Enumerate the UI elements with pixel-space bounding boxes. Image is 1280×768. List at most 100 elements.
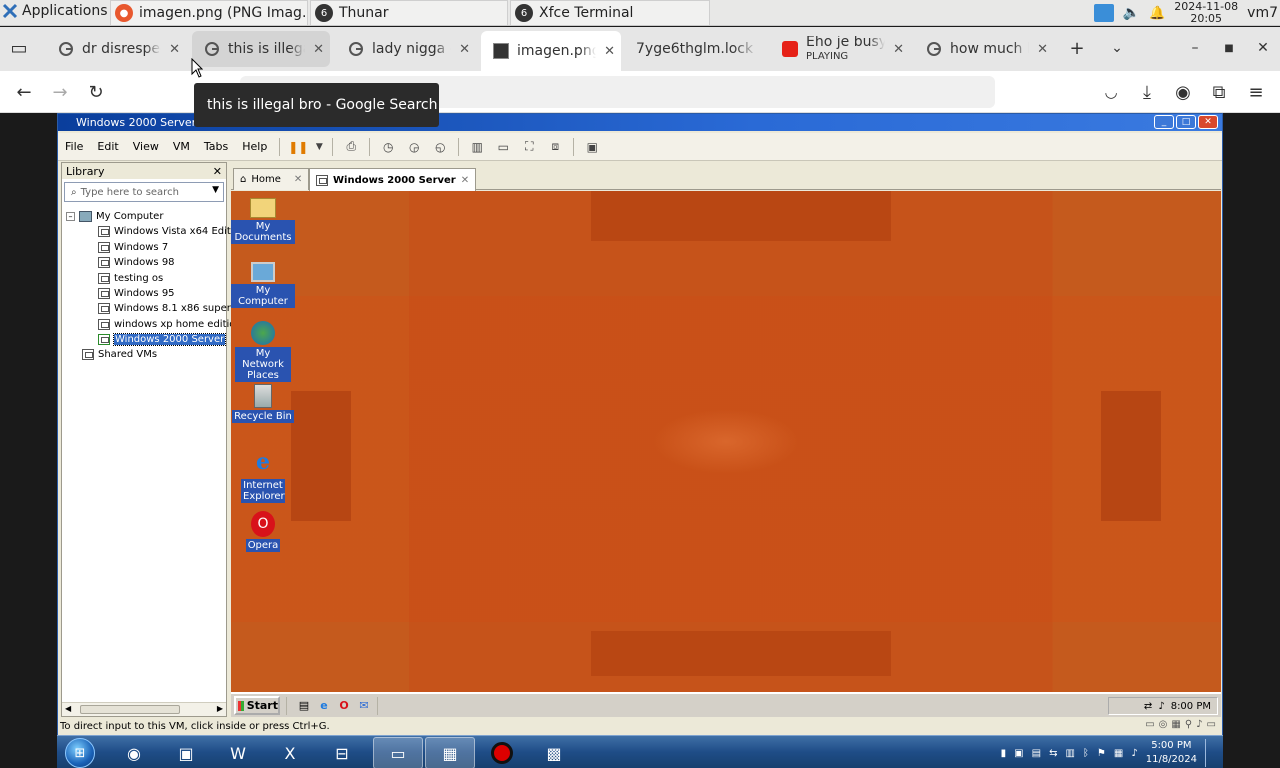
tray-app-icon[interactable]: ▮ (1001, 748, 1007, 759)
horizontal-scrollbar[interactable]: ◀ ▶ (62, 702, 226, 716)
snapshot-manager-icon[interactable]: ◵ (430, 137, 450, 157)
menu-help[interactable]: Help (235, 140, 274, 153)
console-view-icon[interactable]: ▣ (582, 137, 602, 157)
tab-youtube[interactable]: Eho je busy PLAYING ✕ (770, 31, 910, 67)
desktop-icon-my-documents[interactable]: My Documents (231, 193, 295, 244)
host-clock[interactable]: 5:00 PM 11/8/2024 (1146, 739, 1197, 767)
record-icon[interactable] (477, 737, 527, 768)
close-icon[interactable]: ✕ (169, 42, 180, 57)
notification-bell-icon[interactable]: 🔔 (1149, 6, 1165, 21)
minimize-button[interactable]: _ (1154, 115, 1174, 129)
desktop-icon-opera[interactable]: O Opera (231, 511, 295, 552)
tab-list-chevron-icon[interactable]: ⌄ (1106, 37, 1128, 59)
revert-snapshot-icon[interactable]: ◶ (404, 137, 424, 157)
terminal-icon[interactable]: ▩ (529, 737, 579, 768)
vmware-icon[interactable]: ▦ (425, 737, 475, 768)
thumbnail-bar-icon[interactable]: ▭ (493, 137, 513, 157)
show-desktop-icon[interactable]: ▤ (296, 698, 312, 714)
tree-shared-vms[interactable]: Shared VMs (82, 347, 157, 361)
snapshot-icon[interactable]: ◷ (378, 137, 398, 157)
extensions-icon[interactable]: ⧉ (1208, 81, 1230, 103)
dropdown-arrow-icon[interactable]: ▼ (212, 185, 219, 195)
tab-lady[interactable]: lady nigga - Google Search ✕ (336, 31, 476, 67)
close-icon[interactable]: ✕ (294, 174, 302, 185)
hdd-icon[interactable]: ▭ (1145, 719, 1154, 730)
menu-view[interactable]: View (126, 140, 166, 153)
desktop-icon-my-computer[interactable]: My Computer (231, 257, 295, 308)
vm-tab-home[interactable]: ⌂ Home ✕ (233, 168, 310, 190)
tab-imagen[interactable]: imagen.png (PNG Image) ✕ (481, 31, 621, 71)
tray-app-icon[interactable]: ▣ (1014, 748, 1023, 759)
dropdown-arrow-icon[interactable]: ▼ (314, 137, 324, 157)
maximize-button[interactable]: ■ (1218, 37, 1240, 59)
task-firefox[interactable]: ● imagen.png (PNG Imag… (110, 0, 308, 25)
outlook-icon[interactable]: ✉ (356, 698, 372, 714)
powerpoint-icon[interactable]: ▣ (161, 737, 211, 768)
tray-app-icon[interactable]: ⇆ (1049, 748, 1057, 759)
minimize-button[interactable]: – (1184, 37, 1206, 59)
start-button[interactable]: Start (234, 696, 280, 715)
tree-vm-item[interactable]: Windows 8.1 x86 super lite (98, 301, 250, 315)
menu-edit[interactable]: Edit (90, 140, 125, 153)
back-arrow-icon[interactable]: ← (13, 81, 35, 103)
new-tab-button[interactable]: + (1066, 37, 1088, 59)
send-ctrl-alt-del-icon[interactable]: ⎙ (341, 137, 361, 157)
network-adapter-icon[interactable]: ▦ (1171, 719, 1180, 730)
vm-tab-windows-2000[interactable]: Windows 2000 Server ✕ (309, 168, 477, 191)
tab-lock[interactable]: 7yge6thglm.lock (624, 31, 764, 67)
pause-icon[interactable]: ❚❚ (288, 137, 308, 157)
tab-how-much[interactable]: how much by ✕ (914, 31, 1054, 67)
close-icon[interactable]: ✕ (1037, 42, 1048, 57)
tab-overview-icon[interactable]: ▭ (8, 37, 30, 59)
volume-icon[interactable]: ♪ (1131, 748, 1137, 759)
show-desktop-button[interactable] (1205, 739, 1215, 767)
network-icon[interactable]: ⇄ (1144, 701, 1152, 712)
tray-app-icon[interactable]: ▤ (1032, 748, 1041, 759)
chrome-icon[interactable]: ◉ (109, 737, 159, 768)
pocket-icon[interactable]: ◡ (1100, 81, 1122, 103)
volume-icon[interactable]: 🔈 (1123, 5, 1140, 21)
tree-vm-item[interactable]: Windows 95 (98, 286, 175, 300)
network-icon[interactable]: ⊟ (317, 737, 367, 768)
menu-file[interactable]: File (58, 140, 90, 153)
tree-vm-item[interactable]: Windows 98 (98, 255, 175, 269)
volume-icon[interactable]: ♪ (1158, 701, 1164, 712)
sound-icon[interactable]: ♪ (1196, 719, 1202, 730)
word-icon[interactable]: W (213, 737, 263, 768)
library-search-input[interactable]: ⌕ Type here to search ▼ (64, 182, 224, 202)
close-button[interactable]: ✕ (1198, 115, 1218, 129)
usb-icon[interactable]: ⚲ (1185, 719, 1192, 730)
opera-icon[interactable]: O (336, 698, 352, 714)
tray-app-icon[interactable]: ▥ (1065, 748, 1074, 759)
close-icon[interactable]: ✕ (213, 165, 222, 178)
desktop-icon-network[interactable]: My Network Places (231, 321, 295, 382)
close-icon[interactable]: ✕ (459, 42, 470, 57)
unity-icon[interactable]: ⧈ (545, 137, 565, 157)
tree-vm-item[interactable]: Windows 7 (98, 240, 168, 254)
explorer-icon[interactable]: ▭ (373, 737, 423, 768)
close-icon[interactable]: ✕ (461, 175, 469, 186)
panel-clock[interactable]: 2024-11-08 20:05 (1174, 1, 1238, 25)
tray-network-icon[interactable]: ▦ (1114, 748, 1123, 759)
tree-vm-item[interactable]: windows xp home edition (98, 317, 242, 331)
close-window-button[interactable]: ✕ (1252, 37, 1274, 59)
show-library-icon[interactable]: ▥ (467, 137, 487, 157)
ie-icon[interactable]: e (316, 698, 332, 714)
tab-dr-disrespect[interactable]: dr disrespect ✕ (46, 31, 186, 67)
tree-vm-item-selected[interactable]: Windows 2000 Server (98, 332, 227, 346)
close-icon[interactable]: ✕ (893, 42, 904, 57)
guest-desktop[interactable]: My Documents My Computer My Network Plac… (231, 191, 1221, 692)
maximize-button[interactable]: □ (1176, 115, 1196, 129)
fullscreen-icon[interactable]: ⛶ (519, 137, 539, 157)
tab-this-is-illegal[interactable]: this is illegal bro - Google Search ✕ (192, 31, 330, 67)
tree-root-my-computer[interactable]: – My Computer (66, 209, 163, 223)
menu-icon[interactable]: ≡ (1245, 81, 1267, 103)
tray-warning-icon[interactable]: ⚑ (1097, 748, 1106, 759)
download-icon[interactable]: ⤓ (1136, 81, 1158, 103)
menu-tabs[interactable]: Tabs (197, 140, 235, 153)
reload-icon[interactable]: ↻ (85, 81, 107, 103)
applications-menu[interactable]: Applications ☰ (2, 3, 124, 19)
guest-clock[interactable]: 8:00 PM (1171, 701, 1211, 712)
network-icon[interactable] (1093, 4, 1114, 22)
tree-vm-item[interactable]: Windows Vista x64 Edition (98, 224, 246, 238)
